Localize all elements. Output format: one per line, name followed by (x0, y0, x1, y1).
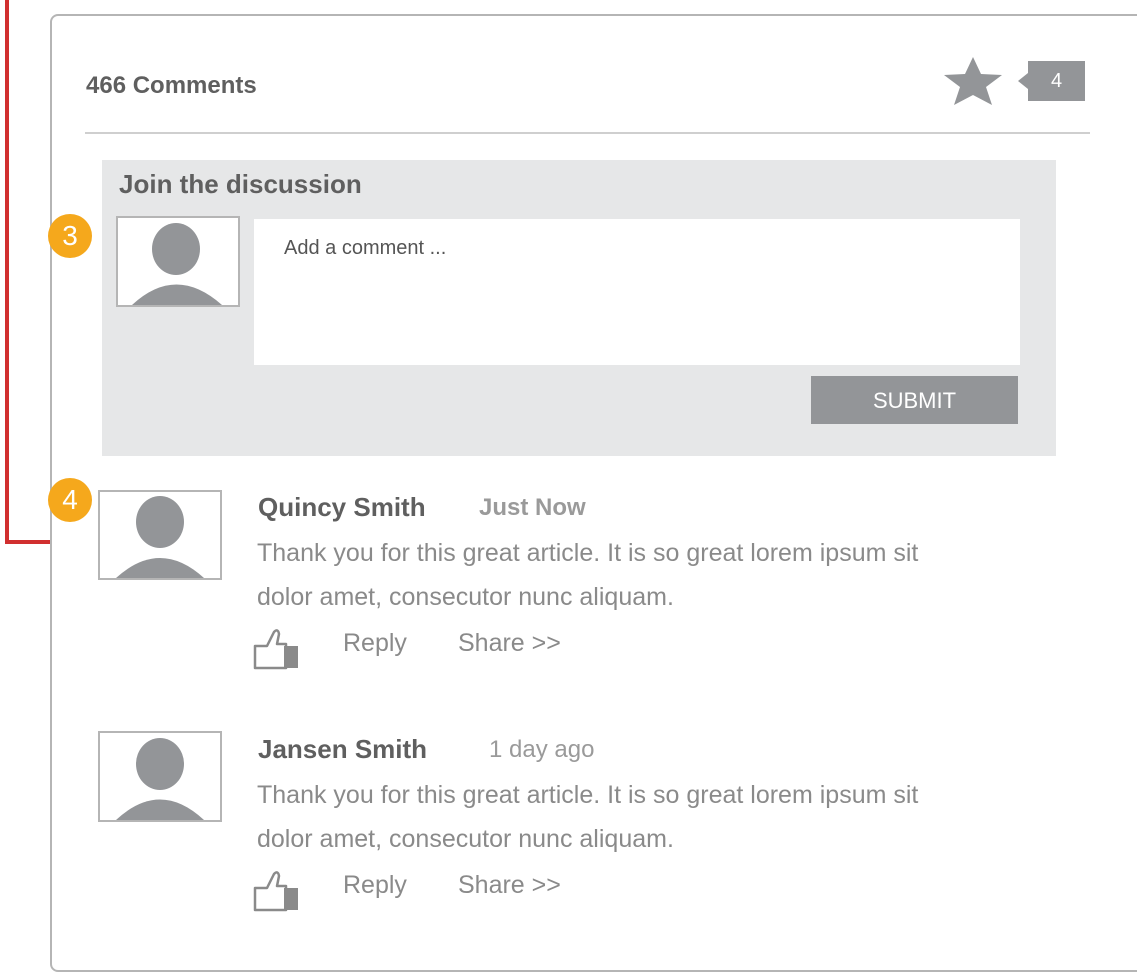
comment-author[interactable]: Quincy Smith (258, 492, 426, 523)
comment-author[interactable]: Jansen Smith (258, 734, 427, 765)
user-silhouette-icon (116, 496, 204, 578)
comment-text-line: dolor amet, consecutor nunc aliquam. (257, 583, 674, 611)
header-divider (85, 132, 1090, 134)
compose-title: Join the discussion (119, 169, 362, 199)
step-marker-3: 3 (48, 214, 92, 258)
comment-text: Thank you for this great article. It is … (257, 531, 1057, 619)
comment-timestamp: 1 day ago (489, 736, 595, 763)
favorite-count-badge: 4 (1028, 61, 1085, 101)
thumbs-up-icon[interactable] (252, 626, 300, 670)
favorite-badge-notch (1018, 73, 1028, 89)
avatar[interactable] (98, 490, 222, 580)
user-silhouette-icon (132, 223, 222, 305)
comment-text: Thank you for this great article. It is … (257, 773, 1057, 861)
comments-count: 466 Comments (86, 72, 257, 99)
reply-link[interactable]: Reply (343, 871, 407, 900)
comment-input[interactable] (254, 219, 1020, 365)
avatar[interactable] (98, 731, 222, 822)
star-icon[interactable] (941, 55, 1005, 107)
submit-button[interactable]: SUBMIT (811, 376, 1018, 424)
comments-wireframe: 466 Comments 4 Join the discussion SUBMI… (0, 0, 1137, 974)
step-marker-4: 4 (48, 478, 92, 522)
comment-timestamp: Just Now (479, 494, 586, 521)
share-link[interactable]: Share >> (458, 629, 561, 658)
thumbs-up-icon[interactable] (252, 868, 300, 912)
annotation-arrow-line (5, 0, 9, 544)
comment-text-line: dolor amet, consecutor nunc aliquam. (257, 825, 674, 853)
comment-text-line: Thank you for this great article. It is … (257, 539, 919, 567)
reply-link[interactable]: Reply (343, 629, 407, 658)
user-silhouette-icon (116, 738, 204, 820)
share-link[interactable]: Share >> (458, 871, 561, 900)
avatar (116, 216, 240, 307)
comment-text-line: Thank you for this great article. It is … (257, 781, 919, 809)
